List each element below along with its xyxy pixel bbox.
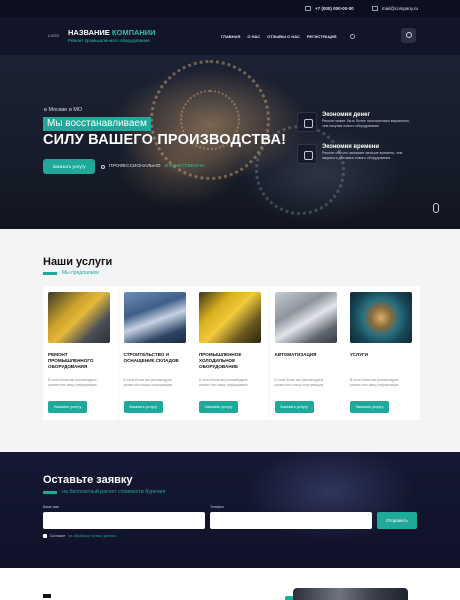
service-text: В этом блоке мы рекомендуем разместить в… — [350, 378, 399, 387]
site-header: LOGO НАЗВАНИЕ КОМПАНИИ Ремонт промышленн… — [0, 17, 460, 55]
phone-icon — [305, 6, 311, 11]
brand-name-part1: НАЗВАНИЕ — [68, 28, 110, 37]
service-order-button[interactable]: Заказать услугу — [274, 401, 314, 413]
submit-button[interactable]: Отправить — [377, 512, 417, 529]
service-title: Автоматизация — [274, 352, 317, 357]
service-title: Промышленное холодильное оборудование — [199, 352, 242, 370]
service-card: Автоматизация В этом блоке мы рекомендуе… — [269, 286, 345, 420]
consent-text: Согласие — [50, 534, 66, 538]
service-title: Ремонт промышленного оборудования — [48, 352, 94, 370]
service-order-button[interactable]: Заказать услугу — [123, 401, 163, 413]
hero-location: в Москве и МО — [44, 107, 83, 113]
service-text: В этом блоке мы рекомендуем разместить в… — [274, 378, 324, 387]
advantage-money: Экономия денег Ремонт может быть более э… — [297, 112, 410, 132]
top-bar: +7 (000) 000-00-00 mail@company.ru — [0, 0, 460, 17]
service-image-automation — [274, 292, 337, 343]
service-title: Строительство и оснащение складов — [123, 352, 179, 364]
nav-reviews[interactable]: ОТЗЫВЫ О НАС — [267, 34, 300, 39]
brand-name-part2: КОМПАНИИ — [111, 28, 156, 37]
service-order-button[interactable]: Заказать услугу — [199, 401, 238, 413]
advantage-title: Экономия времени — [322, 144, 380, 150]
services-subtitle: Мы предлагаем — [62, 270, 99, 276]
email-contact[interactable]: mail@company.ru — [372, 6, 418, 11]
search-button[interactable] — [401, 28, 416, 43]
hero-note-highlight: И КАЧЕСТВЕННО — [164, 164, 205, 169]
service-card: Промышленное холодильное оборудование В … — [194, 286, 269, 420]
nav-about[interactable]: О НАС — [247, 34, 260, 39]
service-text: В этом блоке мы рекомендуем разместить в… — [199, 378, 248, 387]
hero-order-button[interactable]: Заказать услугу — [43, 159, 95, 174]
service-text: В этом блоке мы рекомендуем разместить в… — [123, 378, 173, 387]
service-title: Услуги — [350, 352, 369, 357]
nav-home[interactable]: ГЛАВНАЯ — [221, 34, 240, 39]
logo[interactable]: LOGO — [48, 34, 59, 38]
service-card: Ремонт промышленного оборудования В этом… — [43, 286, 118, 420]
service-card: Строительство и оснащение складов В этом… — [118, 286, 194, 420]
service-image-refrigeration — [199, 292, 261, 343]
request-title: Оставьте заявку — [43, 474, 133, 486]
search-icon[interactable] — [350, 34, 355, 39]
request-section: Оставьте заявку на бесплатный расчет сто… — [0, 452, 460, 568]
title-accent-line — [43, 272, 57, 275]
main-nav: ГЛАВНАЯ О НАС ОТЗЫВЫ О НАС РЕГИСТРАЦИЯ — [221, 34, 336, 39]
phone-number[interactable]: +7 (000) 000-00-00 — [315, 6, 354, 11]
phone-contact[interactable]: +7 (000) 000-00-00 — [305, 6, 354, 11]
clock-icon — [297, 144, 317, 164]
consent-checkbox[interactable] — [43, 534, 47, 538]
advantage-text: Ремонт обычно занимает меньше времени, ч… — [322, 151, 403, 160]
services-title: Наши услуги — [43, 256, 113, 268]
section-heading-fragment — [43, 594, 51, 598]
service-text: В этом блоке мы рекомендуем разместить в… — [48, 378, 97, 387]
service-card: Услуги В этом блоке мы рекомендуем разме… — [345, 286, 420, 420]
advantage-text: Ремонт может быть более экономичным вари… — [322, 119, 410, 128]
next-section — [0, 568, 460, 600]
check-icon — [101, 164, 105, 169]
money-icon — [297, 112, 317, 132]
hero-title-highlight: Мы восстанавливаем — [43, 117, 151, 131]
service-image-services — [350, 292, 412, 343]
brand: НАЗВАНИЕ КОМПАНИИ Ремонт промышленного о… — [68, 28, 156, 43]
title-accent-line — [43, 491, 57, 494]
nav-registration[interactable]: РЕГИСТРАЦИЯ — [307, 34, 337, 39]
advantage-title: Экономия денег — [322, 112, 370, 118]
request-subtitle: на бесплатный расчет стоимости бурения — [62, 489, 166, 495]
hero-title: СИЛУ ВАШЕГО ПРОИЗВОДСТВА! — [43, 132, 287, 148]
email-address[interactable]: mail@company.ru — [382, 6, 418, 11]
brand-tagline: Ремонт промышленного оборудования — [68, 38, 150, 43]
name-field[interactable] — [43, 512, 205, 529]
services-cards: Ремонт промышленного оборудования В этом… — [43, 286, 421, 420]
service-order-button[interactable]: Заказать услугу — [48, 401, 87, 413]
section-image — [285, 588, 408, 600]
hero-note: ПРОФЕССИОНАЛЬНО И КАЧЕСТВЕННО — [101, 164, 205, 169]
services-section: Наши услуги Мы предлагаем Ремонт промышл… — [0, 229, 460, 452]
advantage-time: Экономия времени Ремонт обычно занимает … — [297, 144, 410, 164]
service-order-button[interactable]: Заказать услугу — [350, 401, 389, 413]
name-label: Ваше имя — [43, 505, 59, 509]
consent-link[interactable]: на обработку личных данных — [68, 534, 116, 538]
brand-name: НАЗВАНИЕ КОМПАНИИ — [68, 28, 156, 37]
hero-note-prefix: ПРОФЕССИОНАЛЬНО — [109, 164, 161, 169]
scroll-down-icon[interactable] — [433, 203, 439, 213]
service-image-repair — [48, 292, 110, 343]
hero-section: в Москве и МО Мы восстанавливаем СИЛУ ВА… — [0, 55, 460, 229]
mail-icon — [372, 6, 378, 11]
phone-label: Телефон — [210, 505, 225, 509]
phone-field[interactable] — [210, 512, 372, 529]
consent: Согласие на обработку личных данных — [43, 534, 116, 538]
service-image-warehouse — [123, 292, 186, 343]
